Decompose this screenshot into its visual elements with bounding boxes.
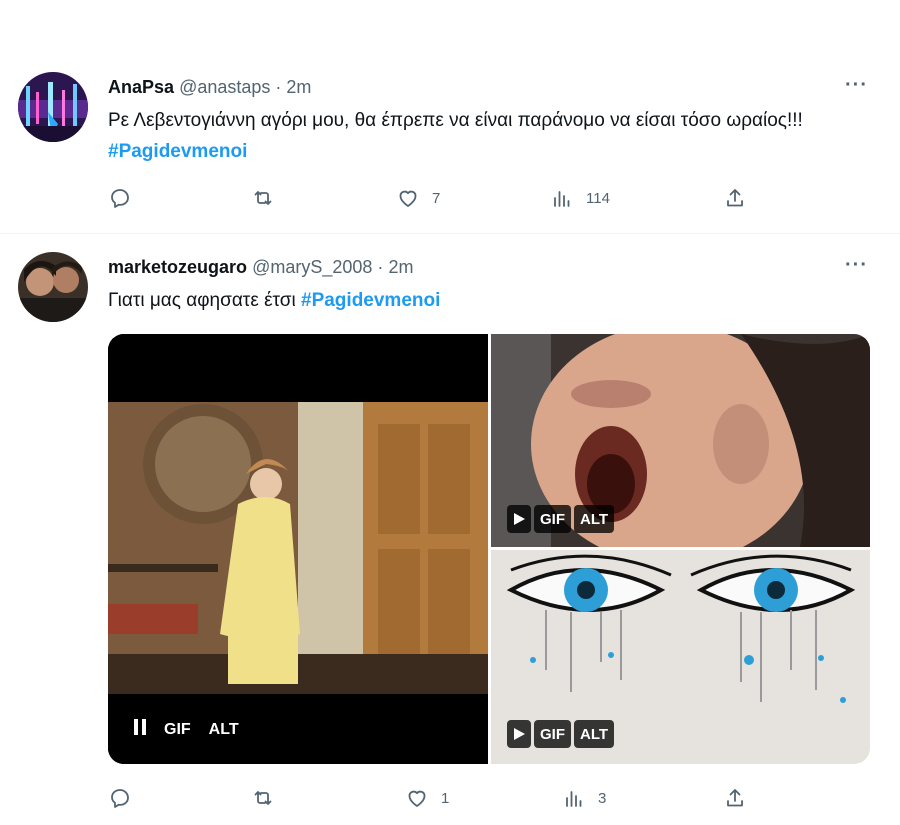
separator-dot: · <box>275 77 282 97</box>
action-bar: 1 3 <box>0 786 900 816</box>
action-bar: 7 114 <box>0 186 900 216</box>
heart-icon <box>396 186 420 210</box>
tweet-header: AnaPsa @anastaps · 2m <box>108 77 311 98</box>
hashtag-link[interactable]: #Pagidevmenoi <box>108 141 247 162</box>
tweet[interactable]: AnaPsa @anastaps · 2m ··· Ρε Λεβεντογιάν… <box>0 0 900 234</box>
reply-button[interactable] <box>108 186 132 210</box>
display-name[interactable]: AnaPsa <box>108 77 174 97</box>
tweet-text: Γιατι μας αφησατε έτσι #Pagidevmenoi <box>108 285 868 316</box>
share-button[interactable] <box>723 786 747 810</box>
gif-frame-woman <box>108 334 488 764</box>
play-icon[interactable] <box>507 505 531 533</box>
like-button[interactable]: 1 <box>405 786 449 810</box>
alt-button[interactable]: ALT <box>574 505 615 533</box>
timestamp[interactable]: 2m <box>388 257 413 277</box>
alt-button[interactable]: ALT <box>209 721 239 739</box>
share-icon <box>723 786 747 810</box>
hashtag-link[interactable]: #Pagidevmenoi <box>301 290 440 311</box>
separator-dot: · <box>377 257 384 277</box>
gif-media[interactable]: GIF ALT <box>491 550 870 764</box>
user-handle[interactable]: @anastaps <box>179 77 270 97</box>
reply-icon <box>108 786 132 810</box>
view-count: 3 <box>598 789 607 807</box>
tweet-body: Γιατι μας αφησατε έτσι <box>108 290 301 311</box>
like-button[interactable]: 7 <box>396 186 440 210</box>
views-button[interactable]: 114 <box>550 186 610 210</box>
views-icon <box>550 186 574 210</box>
heart-icon <box>405 786 429 810</box>
tweet-text: Ρε Λεβεντογιάννη αγόρι μου, θα έπρεπε να… <box>108 105 868 167</box>
user-handle[interactable]: @maryS_2008 <box>252 257 372 277</box>
view-count: 114 <box>586 189 610 207</box>
more-options-icon[interactable]: ··· <box>845 254 868 277</box>
play-icon[interactable] <box>507 720 531 748</box>
like-count: 7 <box>432 189 441 207</box>
pause-icon[interactable] <box>134 719 146 740</box>
retweet-icon <box>251 786 275 810</box>
retweet-button[interactable] <box>251 786 275 810</box>
share-button[interactable] <box>723 186 747 210</box>
tweet-body: Ρε Λεβεντογιάννη αγόρι μου, θα έπρεπε να… <box>108 110 803 131</box>
gif-media[interactable]: GIF ALT <box>491 334 870 564</box>
more-options-icon[interactable]: ··· <box>845 74 868 97</box>
reply-button[interactable] <box>108 786 132 810</box>
gif-controls: GIF ALT <box>134 719 239 740</box>
views-icon <box>562 786 586 810</box>
share-icon <box>723 186 747 210</box>
gif-media[interactable]: GIF ALT <box>108 334 488 764</box>
timestamp[interactable]: 2m <box>286 77 311 97</box>
gif-badge: GIF ALT <box>507 505 615 533</box>
retweet-button[interactable] <box>251 186 275 210</box>
avatar[interactable] <box>18 252 88 322</box>
alt-button[interactable]: ALT <box>574 720 615 748</box>
like-count: 1 <box>441 789 450 807</box>
display-name[interactable]: marketozeugaro <box>108 257 247 277</box>
gif-label: GIF <box>534 505 571 533</box>
reply-icon <box>108 186 132 210</box>
avatar[interactable] <box>18 72 88 142</box>
media-grid: GIF ALT GIF ALT GIF ALT <box>108 334 870 764</box>
tweet[interactable]: marketozeugaro @maryS_2008 · 2m ··· Γιατ… <box>0 234 900 825</box>
gif-label: GIF <box>164 720 191 738</box>
retweet-icon <box>251 186 275 210</box>
views-button[interactable]: 3 <box>562 786 606 810</box>
gif-label: GIF <box>534 720 571 748</box>
gif-badge: GIF ALT <box>507 720 615 748</box>
tweet-header: marketozeugaro @maryS_2008 · 2m <box>108 257 413 278</box>
